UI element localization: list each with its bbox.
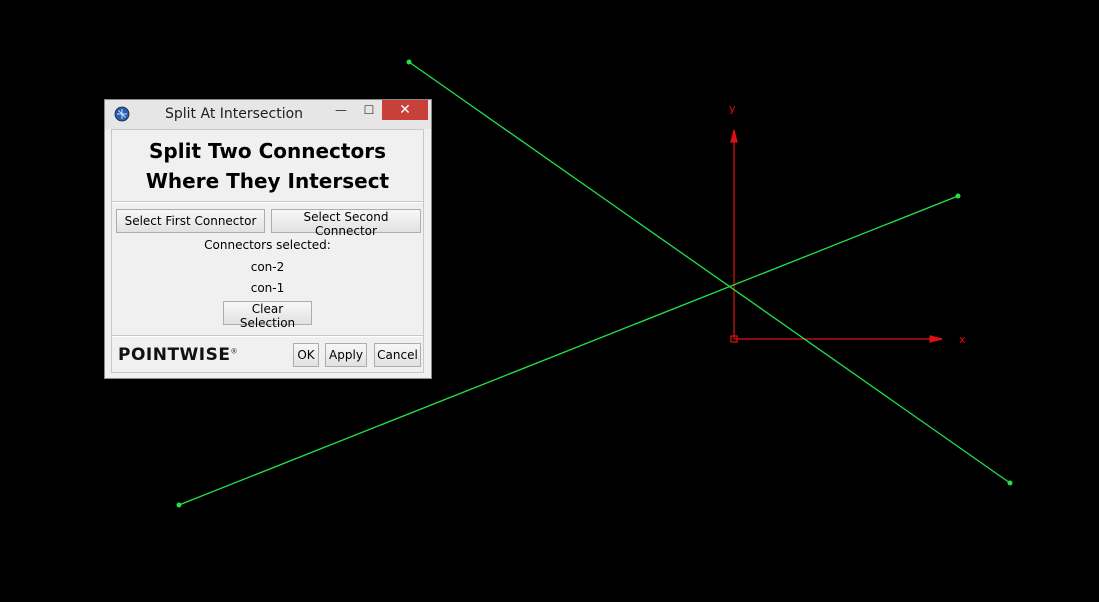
connectors-selected-caption: Connectors selected: — [204, 238, 331, 252]
dialog-heading: Split Two Connectors Where They Intersec… — [112, 136, 423, 196]
divider — [112, 335, 423, 337]
x-axis-label: x — [959, 333, 966, 346]
registered-mark: ® — [230, 347, 238, 356]
connector-con-1[interactable] — [406, 59, 1013, 486]
close-button[interactable]: ✕ — [382, 100, 428, 120]
x-axis-arrowhead — [929, 335, 943, 343]
window-title: Split At Intersection — [165, 106, 304, 122]
pointwise-app-icon — [114, 106, 130, 122]
divider — [112, 201, 423, 203]
connector-endpoint — [955, 193, 961, 199]
connector-endpoint — [406, 59, 412, 65]
y-axis-label: y — [729, 102, 736, 115]
logo-text: POINTWISE — [118, 345, 231, 365]
clear-selection-button[interactable]: Clear Selection — [223, 301, 312, 330]
y-axis-arrowhead — [730, 129, 738, 143]
cancel-button[interactable]: Cancel — [374, 343, 421, 367]
ok-button[interactable]: OK — [293, 343, 319, 367]
split-at-intersection-dialog: Split At Intersection — ☐ ✕ Split Two Co… — [104, 99, 432, 379]
connector-endpoint — [176, 502, 182, 508]
selected-connector-item: con-2 — [250, 260, 285, 274]
selected-connector-item: con-1 — [250, 281, 285, 295]
minimize-button[interactable]: — — [327, 100, 355, 120]
maximize-button[interactable]: ☐ — [355, 100, 383, 120]
apply-button[interactable]: Apply — [325, 343, 367, 367]
title-bar[interactable]: Split At Intersection — ☐ ✕ — [105, 100, 431, 129]
select-first-connector-button[interactable]: Select First Connector — [116, 209, 265, 233]
pointwise-logo: POINTWISE® — [118, 345, 238, 365]
select-second-connector-button[interactable]: Select Second Connector — [271, 209, 421, 238]
heading-line-1: Split Two Connectors — [149, 139, 386, 163]
heading-line-2: Where They Intersect — [145, 169, 390, 193]
dialog-content: Split Two Connectors Where They Intersec… — [111, 129, 424, 373]
connector-endpoint — [1007, 480, 1013, 486]
